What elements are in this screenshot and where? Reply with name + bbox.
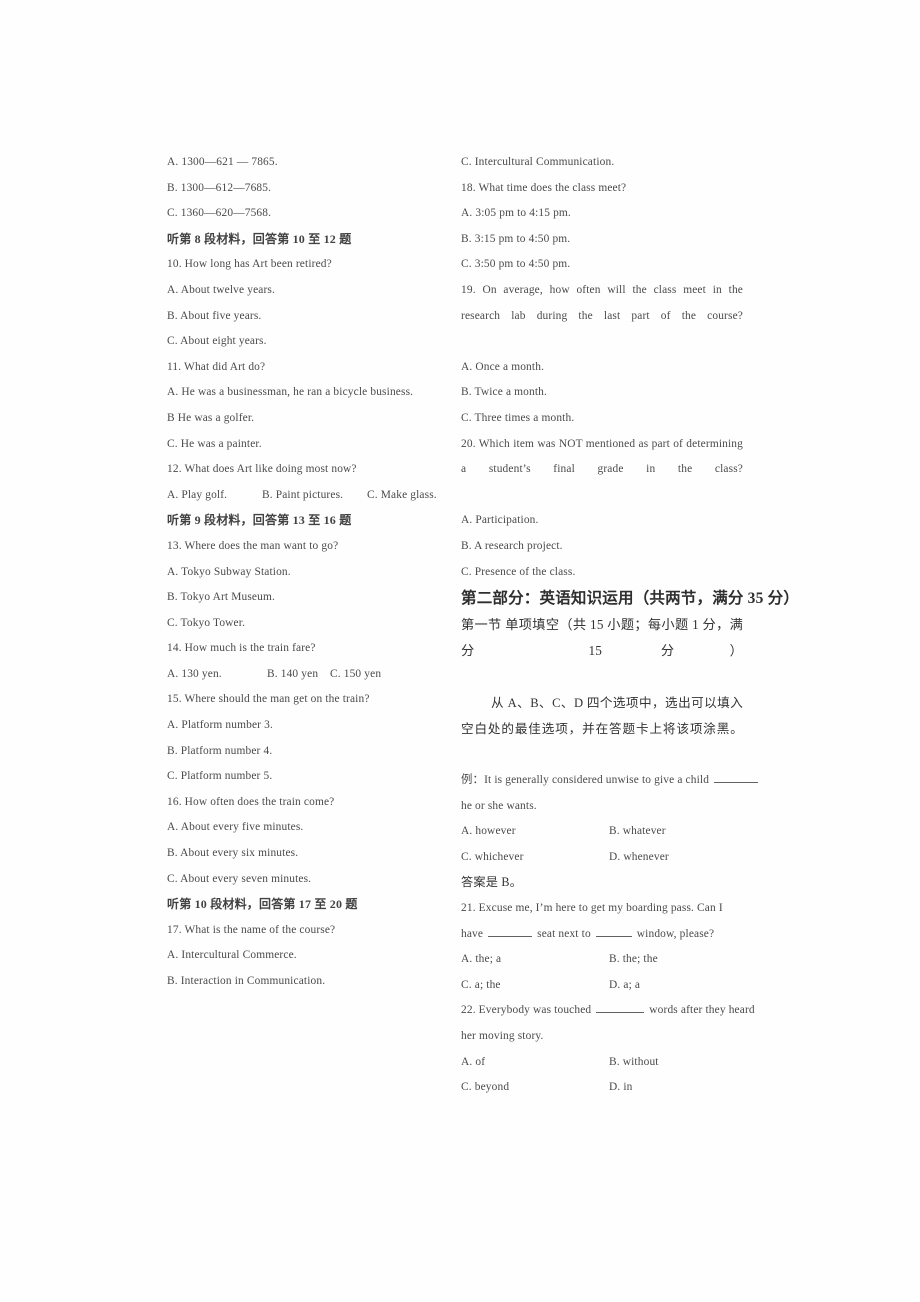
option-a[interactable]: A. the; a [461,947,501,973]
question-22-text-b: words after they heard [649,1004,755,1017]
question-22-text-a: 22. Everybody was touched [461,1004,592,1017]
question-paragraph: 20. Which item was NOT mentioned as part… [461,437,743,476]
section-heading: 第一节 单项填空（共 15 小题；每小题 1 分，满分 15 分） [461,617,743,659]
option-b[interactable]: B. the; the [609,947,658,973]
answer-blank [488,927,533,937]
question-21-text-b: seat next to [537,927,591,940]
text-line: 16. How often does the train come? [167,795,335,808]
option-a[interactable]: C. beyond [461,1075,509,1101]
text-line: A. Once a month. [461,360,545,373]
text-line: A. 3:05 pm to 4:15 pm. [461,207,571,220]
option-b[interactable]: B. without [609,1050,659,1076]
option-row: C. beyond D. in [461,1075,743,1101]
text-line: B. Twice a month. [461,386,548,399]
text-line: A. 1300—621 — 7865. [167,156,278,168]
text-line: 11. What did Art do? [167,360,266,373]
answer-blank [596,1003,645,1014]
left-column: A. 1300—621 — 7865. B. 1300—612—7685. C. 1… [167,150,449,995]
option-a[interactable]: A. of [461,1050,485,1076]
text-line: C. About every seven minutes. [167,872,312,885]
text-line: C. About eight years. [167,335,267,348]
text-line: 15. Where should the man get on the trai… [167,693,370,706]
text-line: B. 1300—612—7685. [167,181,272,194]
option-row: A. Play golf. B. Paint pictures. C. Make g… [167,483,449,509]
option-a[interactable]: A. Play golf. [167,483,227,509]
question-21-text-c: window, please? [636,927,715,940]
text-line: C. He was a painter. [167,437,262,450]
question-21: 21. Excuse me, I’m here to get my boardi… [461,896,743,947]
question-21-text-a: have [461,927,484,940]
text-line: B. Platform number 4. [167,744,273,757]
exam-page: A. 1300—621 — 7865. B. 1300—612—7685. C. 1… [0,0,920,1302]
question-22-line-1: 22. Everybody was touched words after th… [461,998,755,1024]
text-line: C. 1360—620—7568. [167,207,272,220]
text-line: 18. What time does the class meet? [461,181,627,194]
text-line: C. Platform number 5. [167,770,273,783]
answer-blank [714,773,759,784]
text-line: B. About five years. [167,309,262,322]
question-21-line-1: 21. Excuse me, I’m here to get my boardi… [461,902,723,915]
example-answer: 答案是 B。 [461,875,523,890]
text-line: 17. What is the name of the course? [167,923,336,936]
text-line: A. Participation. [461,514,539,527]
text-line: C. Intercultural Communication. [461,156,615,168]
listening-section-marker: 听第 10 段材料，回答第 17 至 20 题 [167,897,358,912]
text-line: A. About every five minutes. [167,821,304,834]
option-row: C. a; the D. a; a [461,973,743,999]
example-question: 例：It is generally considered unwise to g… [461,768,759,819]
option-a[interactable]: A. however [461,819,516,845]
option-b[interactable]: D. in [609,1075,633,1101]
option-a[interactable]: C. whichever [461,845,524,871]
text-line: 13. Where does the man want to go? [167,539,339,552]
option-b[interactable]: D. whenever [609,845,669,871]
text-line: A. Intercultural Commerce. [167,949,297,962]
text-line: C. Three times a month. [461,411,575,424]
option-b[interactable]: B. Paint pictures. [262,483,343,509]
right-column: C. Intercultural Communication. 18. What … [461,150,800,1101]
section-instructions: 从 A、B、C、D 四个选项中，选出可以填入空白处的最佳选项，并在答题卡上将该项… [461,696,743,737]
option-c[interactable]: C. 150 yen [330,662,381,688]
option-a[interactable]: A. 130 yen. [167,662,222,688]
text-line: B He was a golfer. [167,411,255,424]
text-line: C. Tokyo Tower. [167,616,246,629]
text-line: B. Interaction in Communication. [167,975,326,987]
text-line: C. 3:50 pm to 4:50 pm. [461,258,571,271]
text-line: 10. How long has Art been retired? [167,258,332,271]
option-row: C. whichever D. whenever [461,845,743,871]
question-22-line-2: her moving story. [461,1030,544,1043]
text-line: 14. How much is the train fare? [167,642,316,655]
option-row: A. 130 yen. B. 140 yen C. 150 yen [167,662,449,688]
question-21-line-2: have seat next to window, please? [461,922,743,948]
text-line: A. Tokyo Subway Station. [167,565,291,578]
text-line: B. About every six minutes. [167,847,299,860]
part-heading: 第二部分：英语知识运用（共两节，满分 35 分） [461,590,800,608]
text-line: A. About twelve years. [167,283,276,296]
question-paragraph: 19. On average, how often will the class… [461,283,743,322]
question-22: 22. Everybody was touched words after th… [461,998,755,1049]
option-a[interactable]: C. a; the [461,973,501,999]
example-text-continued: he or she wants. [461,799,537,812]
answer-blank [595,927,632,937]
option-row: A. however B. whatever [461,819,743,845]
option-b[interactable]: D. a; a [609,973,640,999]
text-line: C. Presence of the class. [461,565,576,578]
option-b[interactable]: B. whatever [609,819,666,845]
text-line: A. He was a businessman, he ran a bicycl… [167,386,414,399]
option-c[interactable]: C. Make glass. [367,483,437,509]
text-line: B. A research project. [461,539,563,552]
option-row: A. the; a B. the; the [461,947,743,973]
listening-section-marker: 听第 9 段材料，回答第 13 至 16 题 [167,513,352,528]
option-b[interactable]: B. 140 yen [267,662,318,688]
text-line: A. Platform number 3. [167,719,273,732]
text-line: B. Tokyo Art Museum. [167,591,275,604]
listening-section-marker: 听第 8 段材料，回答第 10 至 12 题 [167,231,352,246]
text-line: 12. What does Art like doing most now? [167,463,357,476]
text-line: B. 3:15 pm to 4:50 pm. [461,232,571,245]
option-row: A. of B. without [461,1050,743,1076]
example-text: 例：It is generally considered unwise to g… [461,774,710,787]
